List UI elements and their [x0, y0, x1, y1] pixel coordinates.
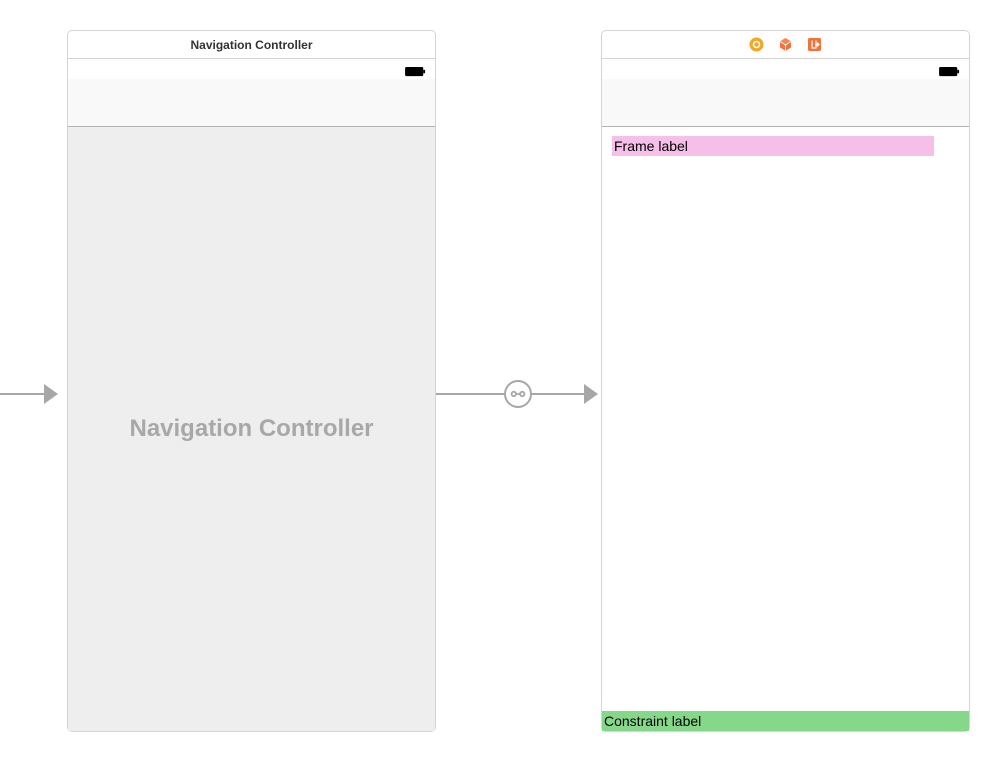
navigation-bar[interactable]	[68, 79, 435, 127]
battery-icon	[405, 64, 427, 74]
scene-header[interactable]: Navigation Controller	[68, 31, 435, 59]
relationship-segue-icon[interactable]	[498, 374, 538, 414]
cube-icon[interactable]	[778, 37, 793, 52]
status-bar	[602, 59, 969, 79]
navigation-controller-scene[interactable]: Navigation Controller Navigation Control…	[67, 30, 436, 732]
battery-icon	[939, 64, 961, 74]
view-controller-scene[interactable]: Frame label Constraint label	[601, 30, 970, 732]
scene-title: Navigation Controller	[190, 38, 312, 52]
class-circle-icon[interactable]	[749, 37, 764, 52]
storyboard-entry-arrow[interactable]	[0, 384, 62, 404]
constraint-label[interactable]: Constraint label	[602, 711, 969, 731]
scene-header[interactable]	[602, 31, 969, 59]
navigation-bar[interactable]	[602, 79, 969, 127]
exit-icon[interactable]	[807, 37, 822, 52]
nav-content-placeholder: Navigation Controller	[68, 127, 435, 731]
frame-label[interactable]: Frame label	[612, 136, 934, 156]
view-content[interactable]: Frame label Constraint label	[602, 127, 969, 731]
nav-placeholder-label: Navigation Controller	[129, 415, 373, 443]
status-bar	[68, 59, 435, 79]
